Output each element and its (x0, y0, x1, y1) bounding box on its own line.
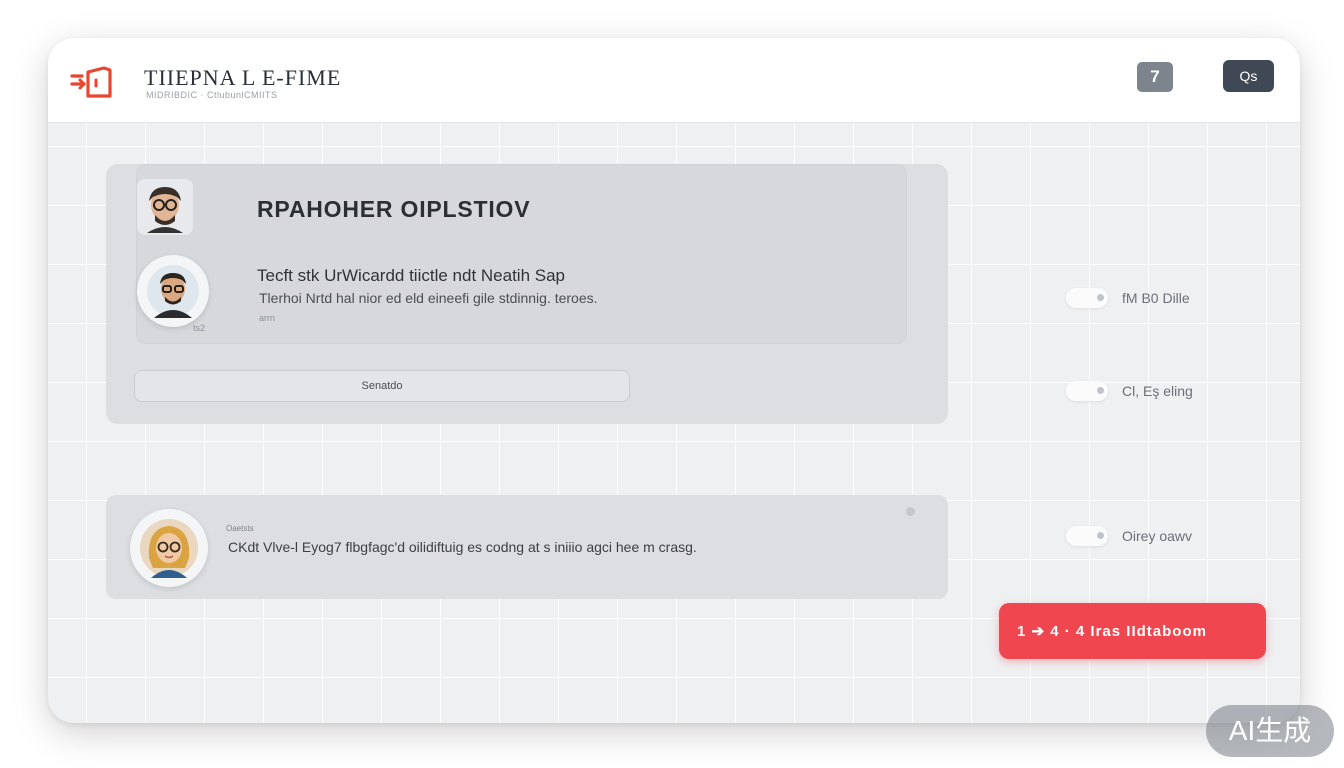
setting-label: fM B0 Dille (1122, 290, 1190, 306)
header-menu-button[interactable]: Qs (1223, 60, 1274, 92)
author-avatar (137, 179, 193, 235)
message-body: CKdt Vlve-l Eyog7 flbgfagc'd oilidiftuig… (228, 539, 697, 555)
header-action-button[interactable]: 7 (1137, 62, 1173, 92)
app-window: TIIEPNA L E-FIME MIDRIBDIC · CtlubunlCMI… (48, 38, 1300, 723)
message-sender: Oaetsts (226, 524, 254, 533)
toggle-switch[interactable] (1066, 526, 1108, 546)
message-avatar[interactable] (137, 255, 209, 327)
person-icon (147, 265, 199, 318)
message-avatar[interactable] (130, 509, 208, 587)
status-dot (906, 507, 915, 516)
message-card[interactable]: RPAHOHER OIPLSTIOV ts2 Tecft stk UrWicar… (136, 164, 907, 344)
person-icon (147, 187, 183, 233)
app-title: TIIEPNA L E-FIME (144, 65, 342, 90)
app-subtitle: MIDRIBDIC · CtlubunlCMIITS (146, 90, 278, 100)
section-title: RPAHOHER OIPLSTIOV (257, 196, 531, 222)
message-meta: arrn (259, 313, 276, 323)
main-panel: RPAHOHER OIPLSTIOV ts2 Tecft stk UrWicar… (106, 164, 948, 424)
toggle-switch[interactable] (1066, 381, 1108, 401)
person-icon (140, 519, 198, 578)
primary-action-button[interactable]: 1 ➔ 4 · 4 Iras IIdtaboom (999, 603, 1266, 659)
avatar-caption: ts2 (193, 323, 206, 333)
setting-label: Cl, Eş eling (1122, 383, 1193, 399)
toggle-switch[interactable] (1066, 288, 1108, 308)
message-title: Tecft stk UrWicardd tiictle ndt Neatih S… (257, 266, 566, 285)
app-header: TIIEPNA L E-FIME MIDRIBDIC · CtlubunlCMI… (48, 38, 1300, 123)
setting-row[interactable]: Cl, Eş eling (1066, 379, 1193, 403)
secondary-message-card[interactable]: Oaetsts CKdt Vlve-l Eyog7 flbgfagc'd oil… (106, 495, 948, 599)
setting-row[interactable]: fM B0 Dille (1066, 286, 1190, 310)
message-body: Tlerhoi Nrtd hal nior ed eld eineefi gil… (259, 290, 598, 306)
ai-generated-watermark: AI生成 (1206, 705, 1334, 757)
setting-row[interactable]: Oirey oawv (1066, 524, 1192, 548)
setting-label: Oirey oawv (1122, 528, 1193, 544)
search-input[interactable] (134, 370, 630, 402)
exit-door-icon[interactable] (70, 62, 114, 100)
